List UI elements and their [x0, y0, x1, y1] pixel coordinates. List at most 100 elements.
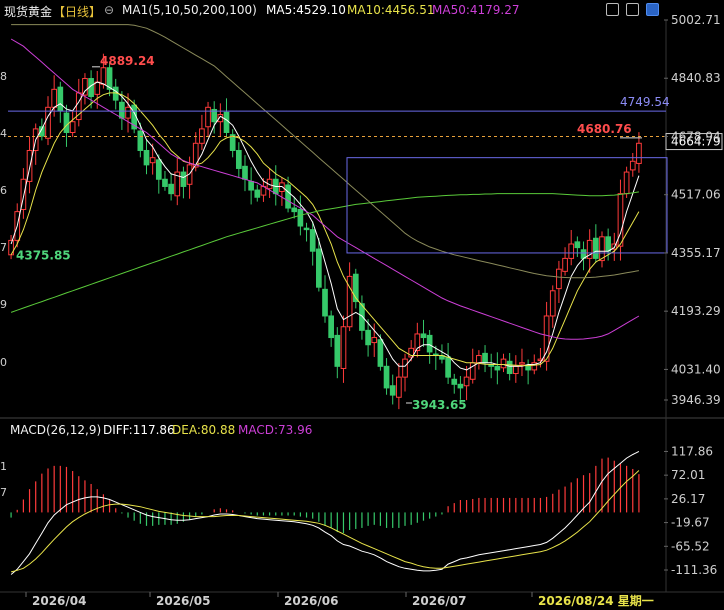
candle-body: [192, 142, 199, 168]
candle-body: [556, 268, 562, 290]
close-icon[interactable]: [626, 3, 639, 16]
date-label: 2026/04: [32, 594, 86, 608]
candle-body: [45, 106, 51, 139]
settings-icon[interactable]: [606, 3, 619, 16]
price-tick-label: 4031.40: [671, 362, 721, 376]
candle-body: [205, 106, 211, 128]
candle-body: [506, 360, 513, 375]
candle-body: [457, 383, 464, 389]
left-tick-fragment: 8: [0, 70, 7, 83]
date-label: 2026/08/24 星期一: [538, 593, 654, 608]
candle-body: [223, 111, 230, 133]
candle-body: [82, 78, 88, 96]
candle-body: [316, 248, 322, 288]
resistance-label: 4749.54: [620, 95, 670, 109]
candle-body: [592, 237, 599, 259]
candle-body: [168, 183, 174, 195]
high-label: 4889.24: [100, 54, 155, 68]
macd-tick-label: -19.67: [671, 516, 710, 530]
chart-header: 现货黄金 【日线】 ⊖ MA1(5,10,50,200,100) MA5:452…: [0, 0, 724, 20]
candle-body: [463, 376, 470, 387]
candle-body: [623, 171, 630, 195]
candle-body: [51, 88, 58, 108]
candle-body: [389, 385, 396, 396]
candle-body: [180, 171, 187, 187]
period-label[interactable]: 【日线】: [53, 3, 101, 20]
candle-body: [365, 329, 371, 346]
candle-body: [63, 112, 70, 133]
candle-body: [125, 106, 131, 119]
candle-body: [309, 229, 316, 252]
candle-body: [162, 178, 168, 187]
candle-body: [248, 180, 254, 191]
candle-body: [519, 362, 525, 365]
toggle-icon[interactable]: [646, 3, 659, 16]
candle-body: [334, 334, 341, 367]
candle-body: [482, 352, 488, 364]
candle-body: [143, 149, 150, 166]
candle-body: [420, 333, 427, 339]
macd-value: MACD:73.96: [238, 423, 313, 437]
candle-body: [396, 376, 402, 398]
candle-body: [371, 337, 378, 344]
left-tick-fragment: 4: [0, 127, 7, 140]
candle-body: [69, 121, 76, 133]
macd-panel: [10, 450, 640, 575]
candle-body: [155, 159, 162, 180]
left-tick-fragment: 9: [0, 298, 7, 311]
left-tick-fragment: 6: [0, 184, 7, 197]
chart-canvas[interactable]: 4749.544680.764664.794889.244375.853943.…: [0, 0, 724, 610]
collapse-icon[interactable]: ⊖: [104, 3, 114, 17]
ma10-value: MA10:4456.51: [347, 3, 435, 17]
candle-body: [254, 189, 261, 198]
candle-body: [279, 182, 285, 192]
candle-body: [57, 86, 64, 112]
candle-body: [549, 290, 556, 317]
candle-body: [285, 184, 291, 209]
candle-body: [402, 358, 408, 378]
date-label: 2026/05: [156, 594, 210, 608]
ma5-value: MA5:4529.10: [266, 3, 346, 17]
price-tick-label: 4678.94: [671, 129, 721, 143]
macd-label: MACD(26,12,9): [10, 423, 102, 437]
date-label: 2026/06: [284, 594, 338, 608]
candle-body: [636, 142, 642, 164]
candle-body: [119, 101, 125, 119]
candle-body: [297, 208, 304, 227]
candle-body: [94, 81, 101, 95]
macd-tick-label: -65.52: [671, 539, 710, 553]
annotations: 4749.544680.764664.794889.244375.853943.…: [8, 54, 723, 412]
candle-body: [303, 227, 310, 231]
candle-body: [377, 339, 384, 367]
price-axis: 5002.714840.834678.944517.064355.174193.…: [0, 13, 721, 577]
date-label: 2026/07: [412, 594, 466, 608]
candle-body: [512, 365, 519, 375]
candle-body: [445, 356, 451, 378]
price-tick-label: 4193.29: [671, 304, 721, 318]
candle-body: [328, 315, 334, 339]
candle-body: [291, 207, 298, 213]
date-axis: 2026/04 2026/05 2026/06 2026/07 2026/08/24 星…: [25, 592, 654, 608]
candle-body: [137, 130, 144, 151]
candle-body: [149, 157, 156, 164]
macd-tick-label: 72.01: [671, 468, 705, 482]
macd-tick-label: -111.36: [671, 563, 717, 577]
ma50-value: MA50:4179.27: [432, 3, 520, 17]
candle-body: [340, 326, 347, 369]
instrument-name: 现货黄金: [4, 5, 53, 19]
ma-label[interactable]: MA1(5,10,50,200,100): [122, 3, 257, 17]
left-tick-fragment: 0: [0, 356, 7, 369]
candle-body: [242, 165, 248, 180]
candle-body: [568, 243, 575, 259]
price-tick-label: 4355.17: [671, 246, 721, 260]
candle-body: [426, 334, 433, 353]
candle-body: [451, 378, 458, 385]
candle-body: [562, 257, 568, 272]
candle-body: [488, 364, 495, 367]
candle-body: [574, 241, 581, 249]
candle-body: [476, 355, 482, 364]
macd-tick-label: 117.86: [671, 444, 713, 458]
candle-body: [500, 358, 507, 369]
macd-left-tick-fragment: 7: [0, 486, 7, 499]
price-tick-label: 3946.39: [671, 393, 721, 407]
